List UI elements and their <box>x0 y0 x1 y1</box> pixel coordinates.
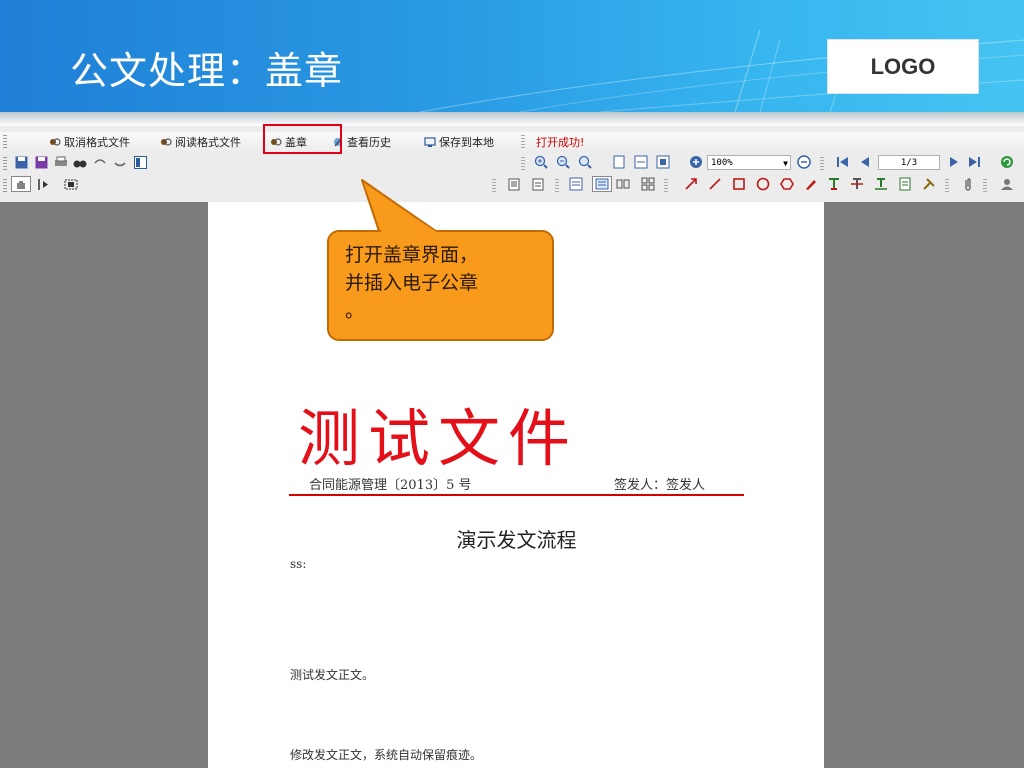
toolbar-grip[interactable] <box>3 179 7 193</box>
toolbar-annotation-row <box>0 176 1024 196</box>
read-format-button[interactable]: 阅读格式文件 <box>160 134 241 150</box>
toolbar-grip[interactable] <box>3 135 7 149</box>
ellipse-tool-icon[interactable] <box>755 176 771 192</box>
find-icon[interactable] <box>72 154 88 170</box>
zoom-out-icon[interactable] <box>555 154 571 170</box>
typewriter-icon[interactable] <box>592 176 612 192</box>
arrow-tool-icon[interactable] <box>683 176 699 192</box>
toolbar-separator <box>945 179 949 193</box>
stamp-button-highlight <box>263 124 342 154</box>
save-icon[interactable] <box>13 154 29 170</box>
zoom-value: 100% <box>711 158 733 168</box>
attachment-note-icon[interactable] <box>531 176 547 192</box>
callout-line: 。 <box>345 300 365 322</box>
page-indicator[interactable]: 1/3 <box>878 155 940 170</box>
fit-page-icon[interactable] <box>655 154 671 170</box>
zoom-minus-circle-icon[interactable] <box>796 154 812 170</box>
toolbar-separator <box>521 135 525 149</box>
read-format-label: 阅读格式文件 <box>175 136 241 149</box>
cancel-format-label: 取消格式文件 <box>64 136 130 149</box>
snapshot-icon[interactable] <box>63 176 79 192</box>
hand-tool-icon[interactable] <box>11 176 31 192</box>
document-body-line: 修改发文正文，系统自动保留痕迹。 <box>290 748 483 762</box>
print-icon[interactable] <box>53 154 69 170</box>
document-toolbar: 取消格式文件 阅读格式文件 盖章 查看历史 保存到本地 打开成功! 100% ▼… <box>0 126 1024 203</box>
toolbar-separator <box>492 179 496 193</box>
document-body-line: 测试发文正文。 <box>290 668 375 682</box>
toolbar-separator <box>983 179 987 193</box>
properties-icon[interactable] <box>132 154 148 170</box>
rectangle-tool-icon[interactable] <box>731 176 747 192</box>
zoom-select[interactable]: 100% ▼ <box>707 155 791 170</box>
header-divider <box>0 112 1024 126</box>
header-banner: 公文处理：盖章 LOGO <box>0 0 1024 112</box>
fit-width-icon[interactable] <box>633 154 649 170</box>
text-box-icon[interactable] <box>568 176 584 192</box>
save-as-icon[interactable] <box>33 154 49 170</box>
next-page-icon[interactable] <box>946 154 962 170</box>
first-page-icon[interactable] <box>835 154 851 170</box>
document-number: 合同能源管理〔2013〕5 号 <box>309 478 472 493</box>
document-title: 测试文件 <box>298 402 579 475</box>
tools-icon[interactable] <box>921 176 937 192</box>
refresh-icon[interactable] <box>999 154 1015 170</box>
toolbar-separator <box>664 179 668 193</box>
underline-tool-icon[interactable] <box>873 176 889 192</box>
toolbar-tools-row: 100% ▼ 1/3 <box>0 154 1024 174</box>
chevron-down-icon: ▼ <box>783 159 788 168</box>
callout-line: 打开盖章界面， <box>345 244 479 266</box>
document-heading: 演示发文流程 <box>456 528 577 552</box>
callout-text: 打开盖章界面， 并插入电子公章 。 <box>345 241 545 325</box>
page-title: 公文处理：盖章 <box>70 49 344 93</box>
save-local-label: 保存到本地 <box>439 136 494 149</box>
text-select-icon[interactable] <box>35 176 51 192</box>
status-message: 打开成功! <box>536 134 584 150</box>
open-success-label: 打开成功! <box>536 136 585 149</box>
grid-icon[interactable] <box>640 176 656 192</box>
single-page-icon[interactable] <box>611 154 627 170</box>
format-icon <box>161 138 172 146</box>
strikeout-tool-icon[interactable] <box>849 176 865 192</box>
callout-line: 并插入电子公章 <box>345 272 479 294</box>
prev-page-icon[interactable] <box>857 154 873 170</box>
toolbar-separator <box>820 157 824 171</box>
toolbar-grip[interactable] <box>3 157 7 171</box>
line-tool-icon[interactable] <box>707 176 723 192</box>
zoom-plus-circle-icon[interactable] <box>688 154 704 170</box>
logo: LOGO <box>827 39 979 94</box>
format-icon <box>50 138 61 146</box>
document-signer: 签发人：签发人 <box>614 478 706 493</box>
columns-icon[interactable] <box>615 176 631 192</box>
comment-list-icon[interactable] <box>897 176 913 192</box>
last-page-icon[interactable] <box>966 154 982 170</box>
zoom-fit-icon[interactable] <box>577 154 593 170</box>
document-salutation: ss: <box>290 557 307 571</box>
view-history-label: 查看历史 <box>347 136 391 149</box>
undo-icon[interactable] <box>92 154 108 170</box>
text-tool-icon[interactable] <box>826 176 842 192</box>
polygon-tool-icon[interactable] <box>779 176 795 192</box>
toolbar-separator <box>521 157 525 171</box>
user-icon[interactable] <box>999 176 1015 192</box>
toolbar-menu-row: 取消格式文件 阅读格式文件 盖章 查看历史 保存到本地 打开成功! <box>0 132 1024 152</box>
red-header-rule <box>289 494 744 496</box>
redo-icon[interactable] <box>112 154 128 170</box>
zoom-in-icon[interactable] <box>533 154 549 170</box>
paperclip-icon[interactable] <box>960 176 976 192</box>
pencil-tool-icon[interactable] <box>803 176 819 192</box>
toolbar-separator <box>555 179 559 193</box>
save-local-icon <box>424 137 436 147</box>
cancel-format-button[interactable]: 取消格式文件 <box>49 134 130 150</box>
save-local-button[interactable]: 保存到本地 <box>424 134 494 150</box>
note-icon[interactable] <box>507 176 523 192</box>
